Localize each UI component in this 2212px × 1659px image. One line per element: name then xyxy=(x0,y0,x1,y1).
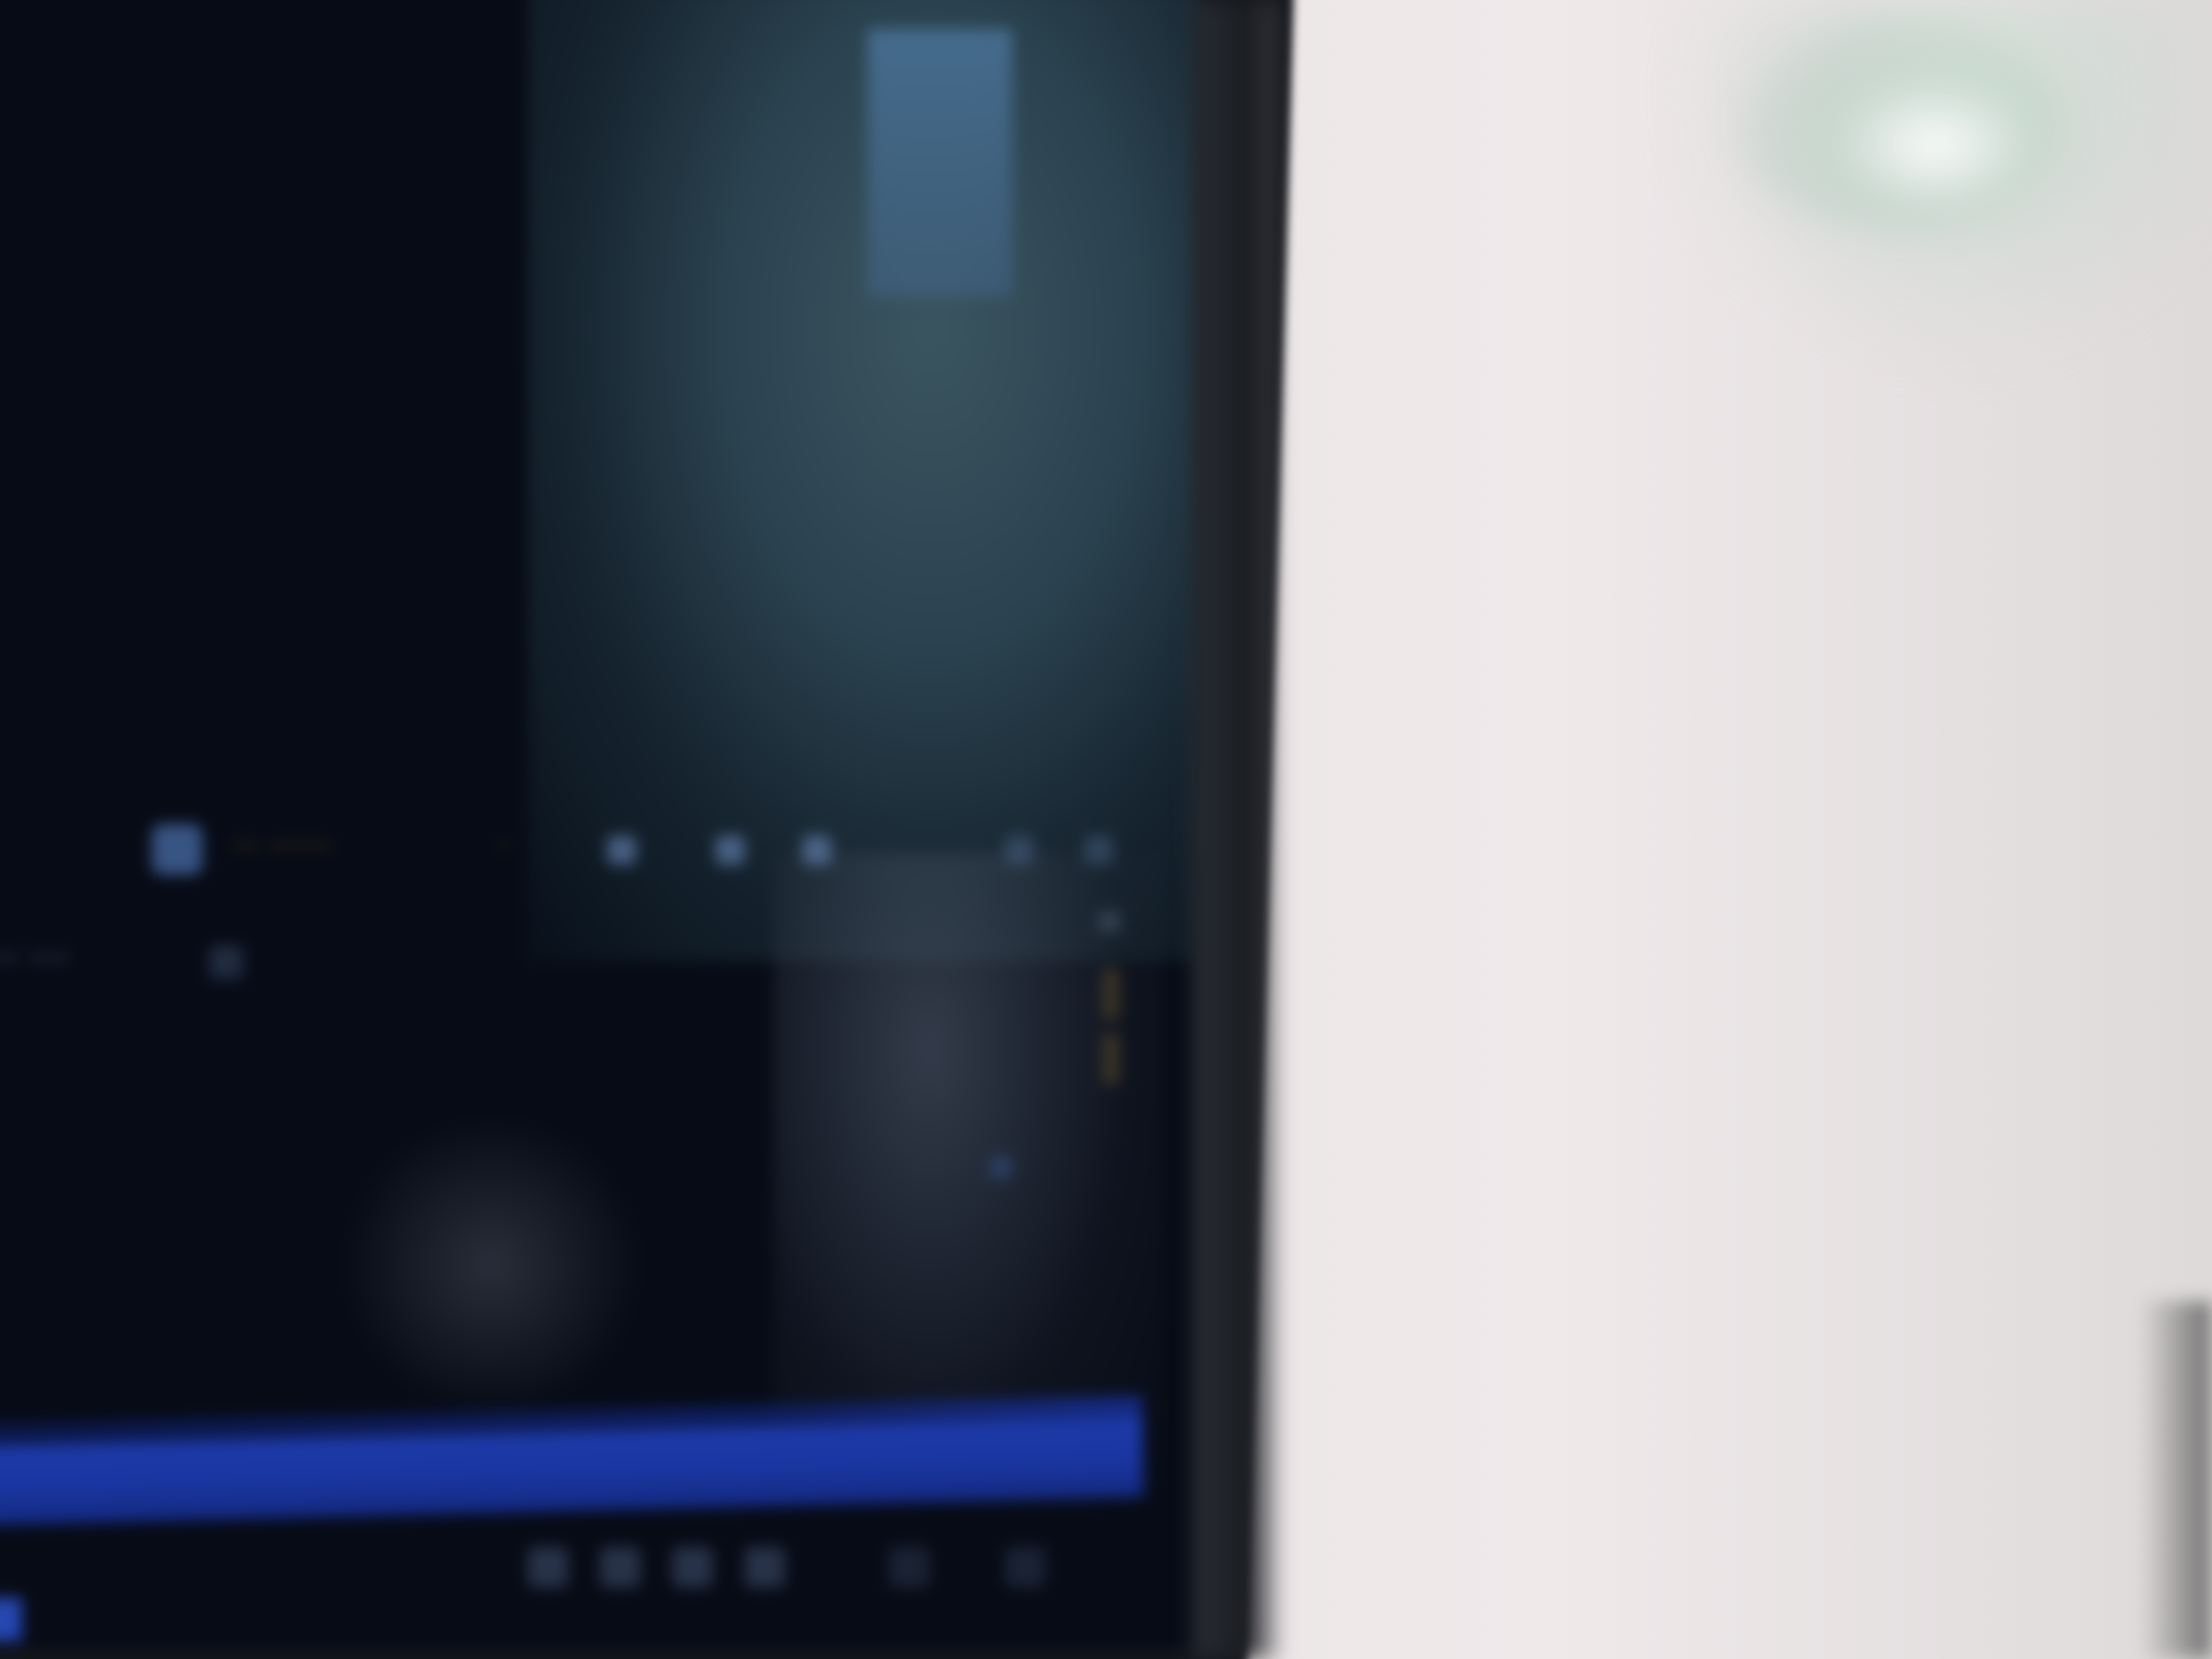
square-icon[interactable] xyxy=(802,836,831,865)
close-icon[interactable] xyxy=(210,946,243,979)
taskbar xyxy=(0,1395,1144,1590)
taskbar-icon[interactable] xyxy=(1005,1547,1045,1587)
taskbar-icon[interactable] xyxy=(672,1547,713,1587)
toolbar: ··· ······· · xyxy=(137,810,1149,889)
square-icon[interactable] xyxy=(1005,836,1034,865)
taskbar-icon[interactable] xyxy=(889,1547,930,1587)
toolbar-text[interactable]: ··· ······· xyxy=(231,830,333,863)
taskbar-icon[interactable] xyxy=(745,1547,785,1587)
square-icon[interactable] xyxy=(607,836,636,865)
scrollbar-thumb[interactable] xyxy=(1102,1034,1120,1084)
taskbar-icon[interactable] xyxy=(528,1547,568,1587)
taskbar-icon[interactable] xyxy=(600,1547,640,1587)
right-edge-shadow xyxy=(2140,1301,2212,1659)
photo-scene: ··· ······· · ···· ···· xyxy=(0,0,2212,1659)
square-icon[interactable] xyxy=(1099,911,1120,933)
highlight-bar xyxy=(867,29,1012,296)
square-icon[interactable] xyxy=(990,1157,1012,1178)
app-icon[interactable] xyxy=(152,824,202,875)
square-icon[interactable] xyxy=(1084,836,1113,865)
content-text-line: ···· ···· xyxy=(0,940,69,977)
square-icon[interactable] xyxy=(716,836,745,865)
glass-object xyxy=(1735,14,2067,231)
monitor-screen: ··· ······· · ···· ···· xyxy=(0,0,1200,1648)
monitor-bezel-edge xyxy=(1193,0,1279,1659)
content-blob xyxy=(340,1113,643,1417)
start-button[interactable] xyxy=(0,1598,22,1641)
toolbar-text-short[interactable]: · xyxy=(499,830,508,863)
scrollbar-thumb[interactable] xyxy=(1102,969,1120,1019)
